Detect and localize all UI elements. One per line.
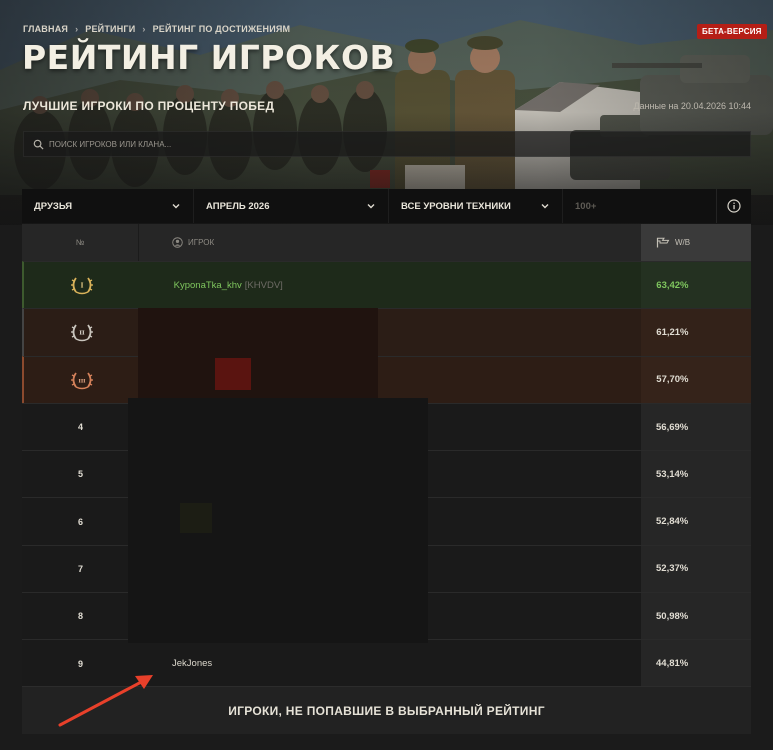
filter-bar: ДРУЗЬЯ АПРЕЛЬ 2026 ВСЕ УРОВНИ ТЕХНИКИ 10… — [22, 189, 751, 223]
rank-numeral: I — [81, 283, 84, 290]
beta-badge: БЕТА-ВЕРСИЯ — [697, 24, 767, 39]
winrate-cell: 44,81% — [641, 640, 751, 687]
winrate-cell: 52,37% — [641, 545, 751, 593]
breadcrumb-separator-icon: › — [142, 24, 146, 34]
redacted-area — [138, 308, 378, 403]
rank-cell: 7 — [77, 563, 83, 574]
winrate-cell: 52,84% — [641, 498, 751, 545]
clan-tag[interactable]: [KHVDV] — [245, 280, 283, 291]
rank-numeral: III — [79, 378, 87, 384]
winrate-cell: 53,14% — [641, 451, 751, 498]
rank-cell: 8 — [77, 611, 83, 622]
breadcrumb: ГЛАВНАЯ › РЕЙТИНГИ › РЕЙТИНГ ПО ДОСТИЖЕН… — [23, 24, 290, 34]
page-subtitle: ЛУЧШИЕ ИГРОКИ ПО ПРОЦЕНТУ ПОБЕД — [23, 99, 275, 113]
winrate-cell: 61,21% — [641, 309, 751, 356]
search-icon — [33, 139, 44, 150]
chevron-down-icon — [172, 204, 180, 209]
silver-laurel-icon: II — [71, 324, 94, 342]
chevron-down-icon — [367, 204, 375, 209]
page-title: РЕЙТИНГ ИГРОКОВ — [22, 38, 396, 77]
period-filter-label: АПРЕЛЬ 2026 — [206, 200, 270, 212]
column-player: ИГРОК — [139, 224, 641, 261]
player-cell: JekJones — [139, 640, 641, 686]
user-icon — [172, 237, 183, 248]
table-header: № ИГРОК W/B — [22, 224, 751, 261]
column-winrate-label: W/B — [675, 238, 691, 247]
winrate-cell: 57,70% — [641, 356, 751, 403]
group-filter-dropdown[interactable]: ДРУЗЬЯ — [22, 189, 194, 223]
tier-filter-dropdown[interactable]: ВСЕ УРОВНИ ТЕХНИКИ — [389, 189, 563, 223]
winrate-cell: 50,98% — [641, 593, 751, 640]
redacted-area — [180, 503, 212, 533]
bronze-laurel-icon: III — [71, 372, 94, 389]
player-name[interactable]: JekJones — [172, 658, 212, 669]
battles-filter-label: 100+ — [575, 200, 597, 212]
gold-laurel-icon: I — [71, 277, 94, 295]
rank-cell: 6 — [77, 516, 83, 527]
winrate-cell: 63,42% — [641, 262, 751, 309]
winrate-cell: 56,69% — [641, 403, 751, 451]
flag-icon — [656, 237, 670, 248]
column-player-label: ИГРОК — [188, 238, 215, 247]
breadcrumb-home[interactable]: ГЛАВНАЯ — [23, 24, 68, 34]
rank-numeral: II — [80, 331, 86, 337]
column-winrate[interactable]: W/B — [641, 224, 751, 261]
group-filter-label: ДРУЗЬЯ — [34, 200, 73, 212]
search-bar[interactable] — [23, 131, 751, 157]
player-cell: KyponaTka_khv [KHVDV] — [141, 262, 642, 308]
info-icon — [727, 199, 741, 213]
player-name[interactable]: KyponaTka_khv — [174, 280, 242, 291]
battles-filter[interactable]: 100+ — [563, 189, 623, 223]
rank-cell: III — [24, 357, 141, 403]
column-rank: № — [22, 224, 139, 261]
period-filter-dropdown[interactable]: АПРЕЛЬ 2026 — [194, 189, 389, 223]
table-row[interactable]: I KyponaTka_khv [KHVDV] 63,42% — [22, 261, 751, 309]
search-input[interactable] — [49, 139, 729, 149]
breadcrumb-achievements[interactable]: РЕЙТИНГ ПО ДОСТИЖЕНИЯМ — [153, 24, 291, 34]
rank-cell: I — [24, 262, 141, 308]
annotation-arrow-icon — [58, 675, 153, 727]
rank-cell: II — [24, 309, 141, 355]
table-row[interactable]: II 61,21% — [22, 308, 751, 356]
redacted-area — [215, 358, 251, 390]
table-row[interactable]: III 57,70% — [22, 355, 751, 403]
data-timestamp: Данные на 20.04.2026 10:44 — [633, 101, 751, 111]
info-button[interactable] — [716, 189, 751, 223]
breadcrumb-separator-icon: › — [75, 24, 79, 34]
rank-cell: 4 — [77, 422, 83, 433]
chevron-down-icon — [541, 204, 549, 209]
breadcrumb-ratings[interactable]: РЕЙТИНГИ — [85, 24, 135, 34]
redacted-area — [128, 398, 428, 643]
rank-cell: 5 — [77, 469, 83, 480]
tier-filter-label: ВСЕ УРОВНИ ТЕХНИКИ — [401, 200, 511, 212]
